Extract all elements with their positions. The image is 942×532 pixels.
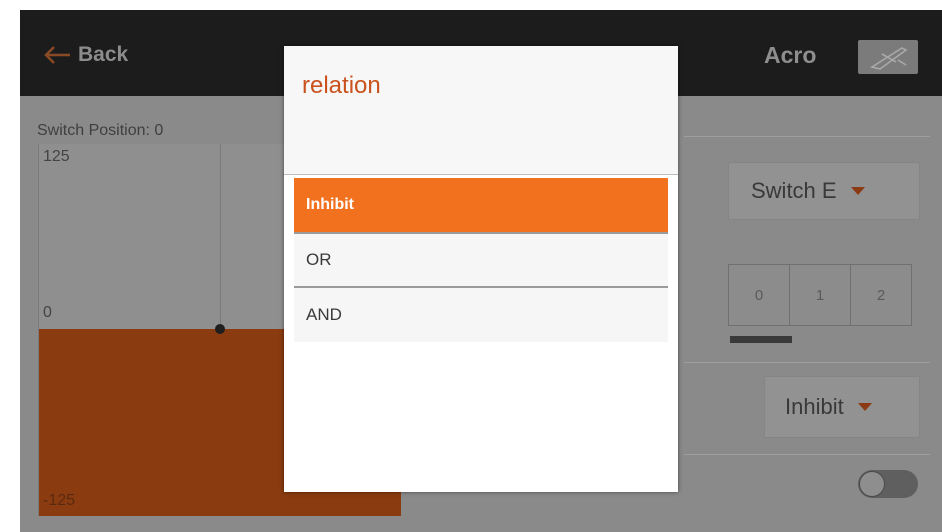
option-label: OR [306, 250, 332, 269]
back-button[interactable]: Back [42, 40, 128, 70]
option-label: Inhibit [306, 196, 354, 213]
switch-select-dropdown[interactable]: Switch E [728, 162, 920, 220]
graph-y-bottom-label: -125 [43, 492, 76, 509]
switch-position-label: Switch Position: 0 [37, 122, 164, 139]
graph-point-marker [215, 324, 225, 334]
dialog-header: relation [284, 46, 678, 175]
option-and[interactable]: AND [294, 288, 668, 342]
toggle-knob [859, 471, 885, 497]
divider [684, 454, 930, 455]
chevron-down-icon [857, 403, 872, 411]
back-label: Back [78, 43, 129, 66]
position-box-1[interactable]: 1 [789, 264, 851, 326]
position-box-0[interactable]: 0 [728, 264, 790, 326]
divider [684, 136, 930, 137]
airplane-model-icon[interactable] [858, 40, 918, 74]
switch-position-boxes: 0 1 2 [728, 264, 912, 326]
chevron-down-icon [850, 187, 865, 195]
position-box-2[interactable]: 2 [850, 264, 912, 326]
relation-value: Inhibit [785, 394, 844, 419]
option-or[interactable]: OR [294, 234, 668, 286]
relation-dialog: relation Inhibit OR AND [284, 46, 678, 492]
option-inhibit[interactable]: Inhibit [294, 178, 668, 232]
option-label: AND [306, 305, 342, 324]
switch-select-value: Switch E [751, 178, 837, 203]
divider [684, 362, 930, 363]
graph-y-mid-label: 0 [43, 304, 52, 321]
graph-y-top-label: 125 [43, 148, 70, 165]
active-position-indicator [730, 336, 792, 343]
device-display: Back Acro Switch Position: 0 125 0 -125 [20, 10, 942, 532]
screen: Back Acro Switch Position: 0 125 0 -125 [0, 0, 942, 532]
relation-dropdown[interactable]: Inhibit [764, 376, 920, 438]
model-name: Acro [764, 42, 817, 68]
dialog-title: relation [302, 72, 381, 99]
toggle-switch[interactable] [858, 470, 918, 498]
back-arrow-icon [44, 46, 70, 64]
